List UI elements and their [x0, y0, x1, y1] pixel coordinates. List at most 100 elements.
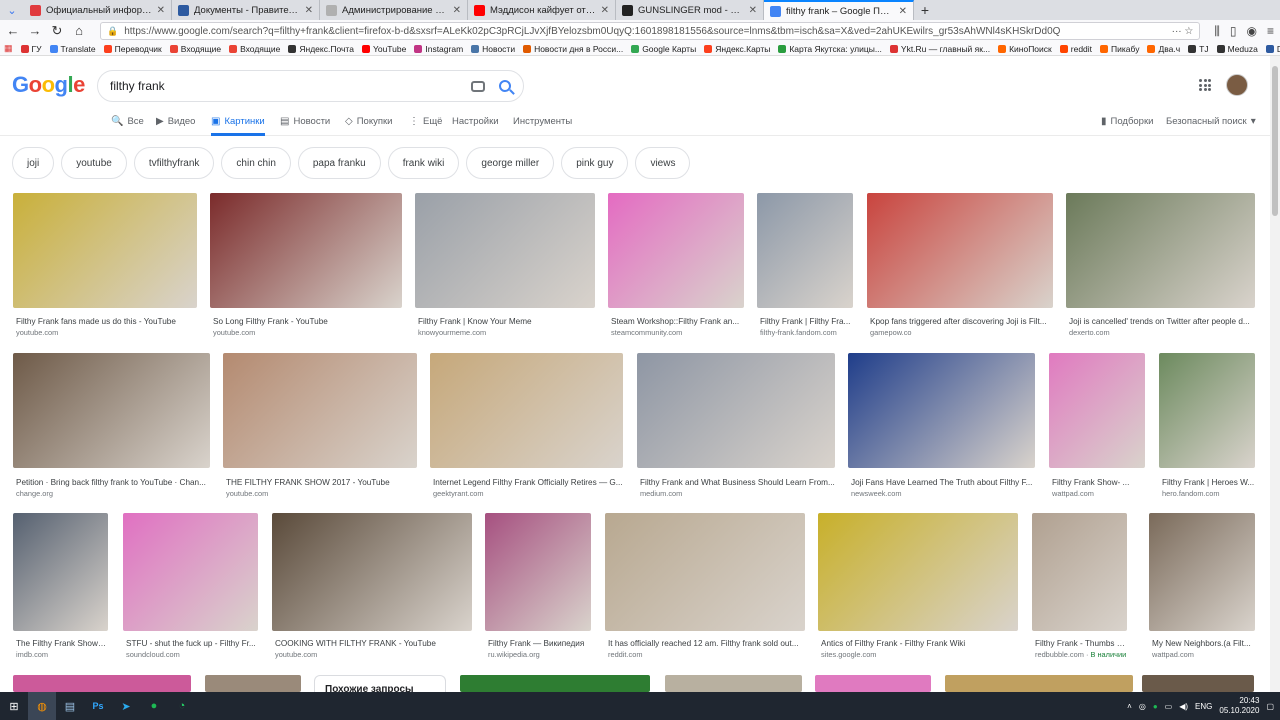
- related-chip[interactable]: joji: [12, 147, 55, 179]
- close-tab-icon[interactable]: ✕: [899, 6, 907, 17]
- home-icon[interactable]: ⌂: [72, 24, 86, 38]
- result-caption[interactable]: Joji Fans Have Learned The Truth about F…: [851, 478, 1035, 487]
- result-thumbnail[interactable]: [818, 513, 1018, 631]
- result-thumbnail[interactable]: [123, 513, 258, 631]
- language-indicator[interactable]: ENG: [1195, 702, 1212, 711]
- result-thumbnail[interactable]: [13, 353, 210, 468]
- bookmark-item[interactable]: reddit: [1059, 44, 1092, 54]
- bookmark-item[interactable]: YouTube: [361, 44, 406, 54]
- bookmark-item[interactable]: Два.ч: [1147, 44, 1180, 54]
- result-caption[interactable]: Filthy Frank | Filthy Fra...: [760, 317, 853, 326]
- tab-video[interactable]: ▶ Видео: [156, 116, 195, 127]
- result-source[interactable]: youtube.com: [226, 489, 417, 498]
- result-caption[interactable]: Joji is cancelled' trends on Twitter aft…: [1069, 317, 1255, 326]
- result-thumbnail[interactable]: [1032, 513, 1127, 631]
- bookmark-item[interactable]: Translate: [49, 44, 96, 54]
- result-caption[interactable]: Filthy Frank - Thumbs Up ...: [1035, 639, 1127, 648]
- result-source[interactable]: geektyrant.com: [433, 489, 623, 498]
- bookmark-item[interactable]: Новости: [471, 44, 515, 54]
- result-source[interactable]: sites.google.com: [821, 650, 1018, 659]
- result-source[interactable]: medium.com: [640, 489, 835, 498]
- tab-list-icon[interactable]: ⌄: [0, 0, 24, 20]
- result-source[interactable]: youtube.com: [213, 328, 402, 337]
- related-chip[interactable]: tvfilthyfrank: [133, 147, 215, 179]
- related-chip[interactable]: george miller: [466, 147, 555, 179]
- account-icon[interactable]: ◉: [1247, 24, 1257, 39]
- result-thumbnail[interactable]: [485, 513, 591, 631]
- result-source[interactable]: wattpad.com: [1152, 650, 1255, 659]
- result-caption[interactable]: So Long Filthy Frank - YouTube: [213, 317, 402, 326]
- scrollbar-thumb[interactable]: [1272, 66, 1278, 216]
- result-source[interactable]: knowyourmeme.com: [418, 328, 595, 337]
- library-icon[interactable]: ⫼: [1214, 24, 1220, 39]
- result-thumbnail[interactable]: [1149, 513, 1255, 631]
- result-caption[interactable]: Steam Workshop::Filthy Frank an...: [611, 317, 744, 326]
- result-source[interactable]: redbubble.com · В наличии: [1035, 650, 1127, 659]
- result-source[interactable]: imdb.com: [16, 650, 108, 659]
- result-source[interactable]: gamepow.co: [870, 328, 1053, 337]
- result-thumbnail[interactable]: [757, 193, 853, 308]
- result-caption[interactable]: Kpop fans triggered after discovering Jo…: [870, 317, 1053, 326]
- spotify-taskbar-icon[interactable]: ●: [140, 692, 168, 720]
- bookmark-item[interactable]: Meduza: [1216, 44, 1258, 54]
- close-tab-icon[interactable]: ✕: [601, 5, 609, 16]
- bookmark-item[interactable]: ГУ: [20, 44, 42, 54]
- result-source[interactable]: youtube.com: [16, 328, 197, 337]
- result-caption[interactable]: Antics of Filthy Frank - Filthy Frank Wi…: [821, 639, 1018, 648]
- browser-tab[interactable]: Официальный информацио ✕: [24, 0, 172, 20]
- back-icon[interactable]: ←: [6, 24, 20, 38]
- bookmark-item[interactable]: Переводчик: [103, 44, 162, 54]
- settings-link[interactable]: Настройки: [452, 116, 499, 127]
- result-thumbnail[interactable]: [945, 675, 1133, 692]
- result-thumbnail[interactable]: [460, 675, 650, 692]
- bookmark-item[interactable]: DTF: [1265, 44, 1280, 54]
- bookmark-item[interactable]: TJ: [1188, 44, 1209, 54]
- result-caption[interactable]: STFU - shut the fuck up - Filthy Fr...: [126, 639, 258, 648]
- result-caption[interactable]: Filthy Frank | Heroes W...: [1162, 478, 1255, 487]
- tray-chevron-icon[interactable]: ˄: [1127, 702, 1132, 711]
- result-thumbnail[interactable]: [430, 353, 623, 468]
- address-bar[interactable]: 🔒 https://www.google.com/search?q=filthy…: [100, 22, 1201, 40]
- result-source[interactable]: newsweek.com: [851, 489, 1035, 498]
- browser-tab[interactable]: Документы - Правительство ✕: [172, 0, 320, 20]
- result-source[interactable]: wattpad.com: [1052, 489, 1145, 498]
- result-caption[interactable]: Filthy Frank fans made us do this - YouT…: [16, 317, 197, 326]
- telegram-taskbar-icon[interactable]: ➤: [112, 692, 140, 720]
- result-source[interactable]: change.org: [16, 489, 210, 498]
- clock[interactable]: 20:43 05.10.2020: [1219, 696, 1259, 716]
- tab-images[interactable]: ▣ Картинки: [211, 116, 265, 136]
- result-thumbnail[interactable]: [867, 193, 1053, 308]
- result-thumbnail[interactable]: [815, 675, 931, 692]
- related-chip[interactable]: papa franku: [297, 147, 381, 179]
- avatar[interactable]: [1226, 74, 1248, 96]
- result-caption[interactable]: Filthy Frank | Know Your Meme: [418, 317, 595, 326]
- result-thumbnail[interactable]: [13, 193, 197, 308]
- tab-news[interactable]: ▤ Новости: [280, 116, 330, 127]
- result-source[interactable]: steamcommunity.com: [611, 328, 744, 337]
- result-thumbnail[interactable]: [1066, 193, 1255, 308]
- result-source[interactable]: youtube.com: [275, 650, 472, 659]
- bookmark-item[interactable]: КиноПоиск: [998, 44, 1052, 54]
- browser-tab[interactable]: Администрирование портала Раб ✕: [320, 0, 468, 20]
- result-thumbnail[interactable]: [415, 193, 595, 308]
- close-tab-icon[interactable]: ✕: [453, 5, 461, 16]
- result-thumbnail[interactable]: [205, 675, 301, 692]
- result-thumbnail[interactable]: [1142, 675, 1254, 692]
- browser-tab[interactable]: filthy frank – Google Поиск ✕: [764, 0, 914, 20]
- related-chip[interactable]: chin chin: [221, 147, 291, 179]
- bookmark-item[interactable]: Instagram: [414, 44, 463, 54]
- search-icon[interactable]: [499, 80, 511, 92]
- camera-icon[interactable]: [471, 80, 485, 92]
- reload-icon[interactable]: ↻: [50, 24, 64, 38]
- close-tab-icon[interactable]: ✕: [157, 5, 165, 16]
- network-icon[interactable]: ▭: [1165, 702, 1173, 711]
- result-thumbnail[interactable]: [210, 193, 402, 308]
- result-caption[interactable]: Filthy Frank Show- ...: [1052, 478, 1145, 487]
- related-chip[interactable]: views: [635, 147, 691, 179]
- result-source[interactable]: reddit.com: [608, 650, 805, 659]
- notifications-icon[interactable]: ▢: [1266, 702, 1274, 711]
- browser-tab[interactable]: GUNSLINGER mod - Моды Зов ✕: [616, 0, 764, 20]
- bookmark-item[interactable]: Google Карты: [631, 44, 696, 54]
- result-caption[interactable]: My New Neighbors.(a Filt...: [1152, 639, 1255, 648]
- menu-icon[interactable]: ≡: [1267, 24, 1274, 39]
